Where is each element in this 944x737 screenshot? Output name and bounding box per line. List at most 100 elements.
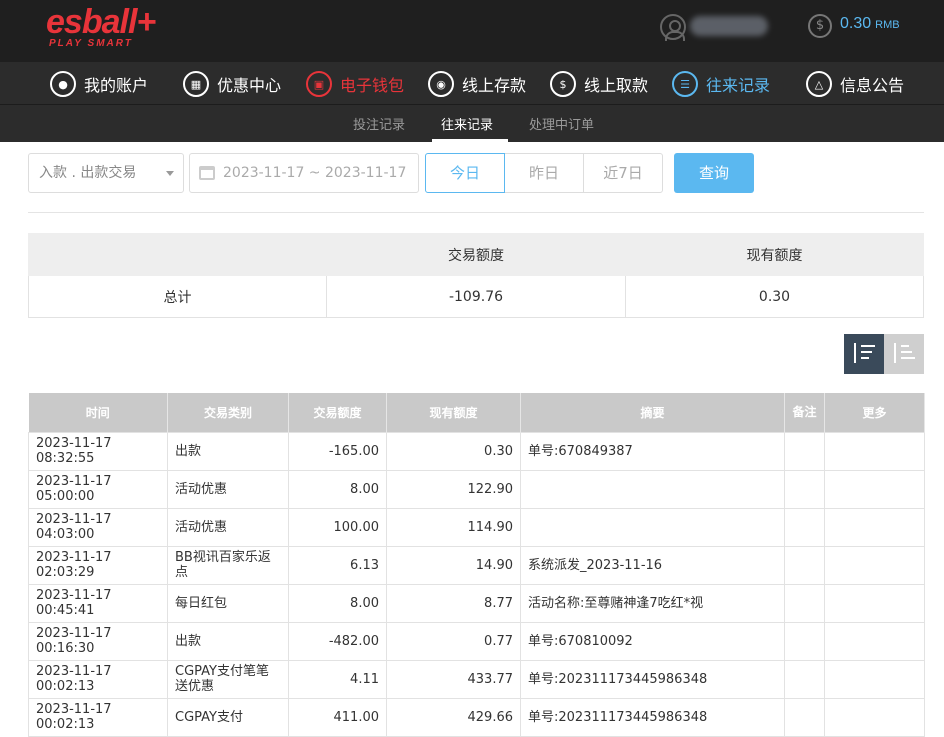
nav-promotions[interactable]: ▦ 优惠中心 [183,69,281,99]
cell-balance: 122.90 [386,469,521,509]
cell-note [784,545,825,585]
nav-label: 优惠中心 [217,76,282,95]
column-header[interactable]: 摘要 [520,393,785,432]
sort-ascending-icon [892,343,916,365]
last-7-days-button[interactable]: 近7日 [583,153,663,193]
table-row: 2023-11-17 00:02:13 CGPAY支付 411.00 429.66 单号… [28,697,925,737]
cell-balance: 0.77 [386,621,521,661]
divider [28,212,924,213]
column-header[interactable]: 更多 [824,393,925,432]
cell-note [784,621,825,661]
cell-type: CGPAY支付 [167,697,289,737]
cell-time: 2023-11-17 08:32:55 [28,431,168,471]
tab-pending-orders[interactable]: 处理中订单 [529,114,594,133]
withdraw-icon: $ [550,71,576,97]
summary-table: 交易额度 现有额度 总计 -109.76 0.30 [28,233,924,318]
records-table: 时间 交易类别 交易额度 现有额度 摘要 备注 更多 2023-11-17 08… [28,393,925,737]
bell-icon: △ [806,71,832,97]
yesterday-button[interactable]: 昨日 [504,153,584,193]
table-row: 2023-11-17 00:45:41 每日红包 8.00 8.77 活动名称:至尊赌神… [28,583,925,623]
cell-balance: 114.90 [386,507,521,547]
cell-balance: 433.77 [386,659,521,699]
username-redacted [690,16,768,36]
nav-my-account[interactable]: ● 我的账户 [50,69,148,99]
tab-transaction-records[interactable]: 往来记录 [441,114,493,133]
summary-row: 总计 -109.76 0.30 [28,275,924,318]
cell-more[interactable] [824,545,925,585]
cell-note [784,469,825,509]
cell-amount: 6.13 [288,545,387,585]
cell-note [784,697,825,737]
table-row: 2023-11-17 08:32:55 出款 -165.00 0.30 单号:67084… [28,431,925,471]
wallet-icon: ▣ [306,71,332,97]
nav-label: 我的账户 [84,76,149,95]
cell-summary: 单号:670810092 [520,621,785,661]
date-range-input[interactable]: 2023-11-17 ~ 2023-11-17 [189,153,419,193]
cell-more[interactable] [824,697,925,737]
nav-label: 电子钱包 [340,76,405,95]
cell-more[interactable] [824,507,925,547]
sort-ascending-button[interactable] [884,334,924,374]
summary-header [28,233,327,276]
nav-label: 往来记录 [706,76,771,95]
sort-descending-button[interactable] [844,334,884,374]
column-header[interactable]: 备注 [784,393,825,432]
cell-note [784,431,825,471]
query-button[interactable]: 查询 [674,153,754,193]
nav-online-withdraw[interactable]: $ 线上取款 [550,69,648,99]
cell-amount: 4.11 [288,659,387,699]
sort-descending-icon [852,343,876,365]
balance-display: 0.30 RMB [840,15,900,33]
cell-time: 2023-11-17 00:45:41 [28,583,168,623]
cell-time: 2023-11-17 05:00:00 [28,469,168,509]
caret-down-icon [166,171,174,176]
cell-type: CGPAY支付笔笔送优惠 [167,659,289,699]
column-header[interactable]: 交易类别 [167,393,289,432]
cell-more[interactable] [824,469,925,509]
cell-amount: 100.00 [288,507,387,547]
esball-logo[interactable]: esball+ PLAY SMART [46,3,156,58]
column-header[interactable]: 现有额度 [386,393,521,432]
cell-time: 2023-11-17 00:02:13 [28,697,168,737]
calendar-icon [199,166,215,180]
cell-more[interactable] [824,431,925,471]
cell-more[interactable] [824,659,925,699]
cell-summary [520,469,785,509]
column-header[interactable]: 时间 [28,393,168,432]
cell-more[interactable] [824,621,925,661]
cell-balance: 0.30 [386,431,521,471]
coin-icon: $ [808,14,832,38]
cell-note [784,507,825,547]
cell-type: 出款 [167,431,289,471]
transaction-type-select[interactable]: 入款 . 出款交易 [28,153,184,193]
user-icon[interactable] [660,14,686,41]
summary-header: 交易额度 [326,233,626,276]
cell-more[interactable] [824,583,925,623]
column-header[interactable]: 交易额度 [288,393,387,432]
summary-header-row: 交易额度 现有额度 [28,233,924,276]
cell-balance: 429.66 [386,697,521,737]
cell-type: 每日红包 [167,583,289,623]
cell-time: 2023-11-17 00:02:13 [28,659,168,699]
table-row: 2023-11-17 00:02:13 CGPAY支付笔笔送优惠 4.11 433.7… [28,659,925,699]
cell-type: BB视讯百家乐返点 [167,545,289,585]
date-range-value: 2023-11-17 ~ 2023-11-17 [223,165,407,181]
cell-summary: 单号:670849387 [520,431,785,471]
cell-amount: 411.00 [288,697,387,737]
gift-icon: ▦ [183,71,209,97]
nav-e-wallet[interactable]: ▣ 电子钱包 [306,69,404,99]
main-nav: ● 我的账户 ▦ 优惠中心 ▣ 电子钱包 ◉ 线上存款 $ 线上取款 ☰ 往来记… [0,62,944,104]
nav-online-deposit[interactable]: ◉ 线上存款 [428,69,526,99]
sub-nav: 投注记录 往来记录 处理中订单 [0,104,944,142]
cell-amount: -482.00 [288,621,387,661]
nav-announcements[interactable]: △ 信息公告 [806,69,904,99]
records-body: 2023-11-17 08:32:55 出款 -165.00 0.30 单号:67084… [28,431,925,737]
cell-amount: 8.00 [288,469,387,509]
nav-transaction-records[interactable]: ☰ 往来记录 [672,69,770,99]
tab-bet-records[interactable]: 投注记录 [353,114,405,133]
logo-text: esball+ [46,3,156,41]
deposit-icon: ◉ [428,71,454,97]
today-button[interactable]: 今日 [425,153,505,193]
table-row: 2023-11-17 02:03:29 BB视讯百家乐返点 6.13 14.90 系统派… [28,545,925,585]
cell-note [784,659,825,699]
